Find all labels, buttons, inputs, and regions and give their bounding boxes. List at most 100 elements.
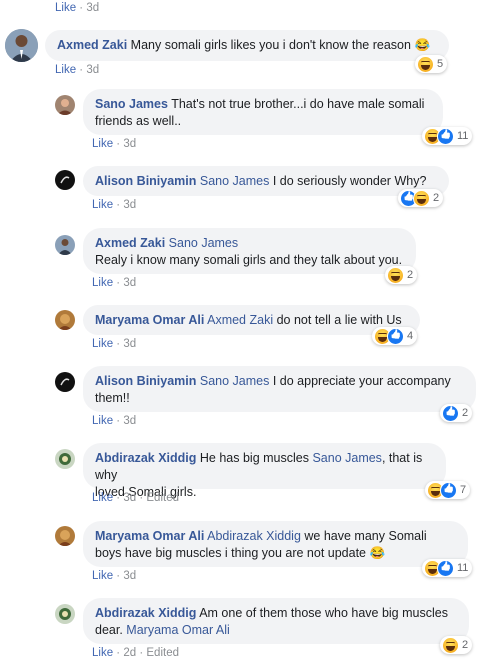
- haha-reaction-icon: [417, 55, 434, 73]
- mention-link[interactable]: Sano James: [200, 174, 269, 188]
- like-link[interactable]: Like: [55, 64, 76, 76]
- reaction-summary[interactable]: 7: [425, 481, 471, 499]
- avatar-alison-biniyamin[interactable]: [55, 170, 75, 190]
- comment-meta: Like · 3d: [92, 138, 137, 150]
- timestamp[interactable]: 3d: [86, 2, 99, 14]
- like-link[interactable]: Like: [92, 338, 113, 350]
- like-link[interactable]: Like: [92, 277, 113, 289]
- timestamp[interactable]: 3d: [123, 199, 136, 211]
- reaction-count: 5: [437, 58, 444, 70]
- timestamp[interactable]: 3d: [123, 138, 136, 150]
- like-reaction-icon: [442, 404, 459, 422]
- comment-meta: Like · 3d: [92, 277, 137, 289]
- avatar-abdirazak-xiddig[interactable]: [55, 449, 75, 469]
- reaction-count: 2: [407, 269, 414, 281]
- mention-link[interactable]: Sano James: [200, 374, 269, 388]
- comment-bubble: Alison Biniyamin Sano James I do appreci…: [83, 366, 476, 412]
- timestamp[interactable]: 3d: [123, 570, 136, 582]
- reaction-summary[interactable]: 5: [415, 55, 448, 73]
- comment-meta: Like · 3d: [92, 570, 137, 582]
- comment-text-part1: He has big muscles: [199, 451, 309, 465]
- comment-meta: Like · 3d: [55, 64, 100, 76]
- comment-bubble: Maryama Omar Ali Axmed Zaki do not tell …: [83, 305, 420, 335]
- like-link[interactable]: Like: [92, 199, 113, 211]
- mention-link[interactable]: Sano James: [312, 451, 381, 465]
- author-name[interactable]: Maryama Omar Ali: [95, 529, 204, 543]
- author-name[interactable]: Alison Biniyamin: [95, 374, 196, 388]
- comment-meta: Like · 2d · Edited: [92, 647, 179, 659]
- comment-meta: Like · 3d · Edited: [92, 492, 179, 504]
- like-reaction-icon: [440, 481, 457, 499]
- comment-text: Realy i know many somali girls and they …: [95, 253, 403, 267]
- like-link[interactable]: Like: [55, 2, 76, 14]
- author-name[interactable]: Alison Biniyamin: [95, 174, 196, 188]
- haha-reaction-icon: [413, 189, 430, 207]
- mention-link[interactable]: Sano James: [169, 236, 238, 250]
- comment-bubble: Abdirazak Xiddig Am one of them those wh…: [83, 598, 469, 644]
- timestamp[interactable]: 3d: [123, 492, 136, 504]
- mention-link[interactable]: Axmed Zaki: [207, 313, 273, 327]
- comment-text-line1: I do appreciate your accompany: [272, 374, 451, 388]
- avatar-maryama-omar-ali[interactable]: [55, 310, 75, 330]
- comment-bubble: Maryama Omar Ali Abdirazak Xiddig we hav…: [83, 521, 468, 567]
- like-link[interactable]: Like: [92, 138, 113, 150]
- reaction-summary[interactable]: 2: [440, 636, 473, 654]
- comment-bubble: Sano James That's not true brother...i d…: [83, 89, 443, 135]
- comment-text-line2: friends as well..: [95, 114, 182, 128]
- author-name[interactable]: Abdirazak Xiddig: [95, 606, 196, 620]
- reaction-summary[interactable]: 2: [398, 189, 444, 207]
- avatar-maryama-omar-ali[interactable]: [55, 526, 75, 546]
- author-name[interactable]: Axmed Zaki: [57, 38, 127, 52]
- avatar-abdirazak-xiddig[interactable]: [55, 604, 75, 624]
- avatar-alison-biniyamin[interactable]: [55, 372, 75, 392]
- comment-bubble: Alison Biniyamin Sano James I do serious…: [83, 166, 449, 196]
- edited-label[interactable]: Edited: [146, 492, 179, 504]
- comment-meta: Like · 3d: [92, 338, 137, 350]
- timestamp[interactable]: 3d: [123, 277, 136, 289]
- comment-bubble: Axmed Zaki Many somali girls likes you i…: [45, 30, 449, 61]
- mention-link[interactable]: Abdirazak Xiddig: [207, 529, 301, 543]
- laughing-emoji-icon: 😂: [369, 546, 386, 560]
- reaction-count: 2: [462, 407, 469, 419]
- reaction-summary[interactable]: 2: [385, 266, 418, 284]
- comment-text-line1: That's not true brother...i do have male…: [171, 97, 425, 111]
- laughing-emoji-icon: 😂: [414, 38, 431, 52]
- edited-label[interactable]: Edited: [146, 647, 179, 659]
- reaction-summary[interactable]: 11: [422, 559, 473, 577]
- timestamp[interactable]: 3d: [123, 415, 136, 427]
- mention-link[interactable]: Maryama Omar Ali: [126, 623, 230, 637]
- reaction-summary[interactable]: 11: [422, 127, 473, 145]
- like-link[interactable]: Like: [92, 570, 113, 582]
- comment-bubble: Axmed Zaki Sano James Realy i know many …: [83, 228, 416, 274]
- like-link[interactable]: Like: [92, 415, 113, 427]
- like-link[interactable]: Like: [92, 492, 113, 504]
- author-name[interactable]: Axmed Zaki: [95, 236, 165, 250]
- avatar-sano-james[interactable]: [55, 95, 75, 115]
- comment-text: Many somali girls likes you i don't know…: [130, 38, 411, 52]
- comment-text-line2: them!!: [95, 391, 130, 405]
- like-reaction-icon: [437, 559, 454, 577]
- reaction-count: 2: [433, 192, 440, 204]
- reaction-count: 2: [462, 639, 469, 651]
- comment-text: I do seriously wonder Why?: [272, 174, 427, 188]
- timestamp[interactable]: 2d: [123, 647, 136, 659]
- like-reaction-icon: [387, 327, 404, 345]
- avatar-axmed-zaki[interactable]: [55, 235, 75, 255]
- reaction-count: 7: [460, 484, 467, 496]
- timestamp[interactable]: 3d: [86, 64, 99, 76]
- reaction-summary[interactable]: 4: [372, 327, 418, 345]
- reaction-count: 11: [457, 130, 469, 142]
- author-name[interactable]: Sano James: [95, 97, 168, 111]
- reaction-summary[interactable]: 2: [440, 404, 473, 422]
- timestamp[interactable]: 3d: [123, 338, 136, 350]
- comment-meta: Like · 3d: [92, 199, 137, 211]
- reaction-count: 4: [407, 330, 414, 342]
- comment-bubble: Abdirazak Xiddig He has big muscles Sano…: [83, 443, 446, 499]
- haha-reaction-icon: [442, 636, 459, 654]
- author-name[interactable]: Maryama Omar Ali: [95, 313, 204, 327]
- haha-reaction-icon: [387, 266, 404, 284]
- like-link[interactable]: Like: [92, 647, 113, 659]
- comment-meta: Like · 3d: [92, 415, 137, 427]
- author-name[interactable]: Abdirazak Xiddig: [95, 451, 196, 465]
- avatar-axmed-zaki[interactable]: [5, 29, 38, 62]
